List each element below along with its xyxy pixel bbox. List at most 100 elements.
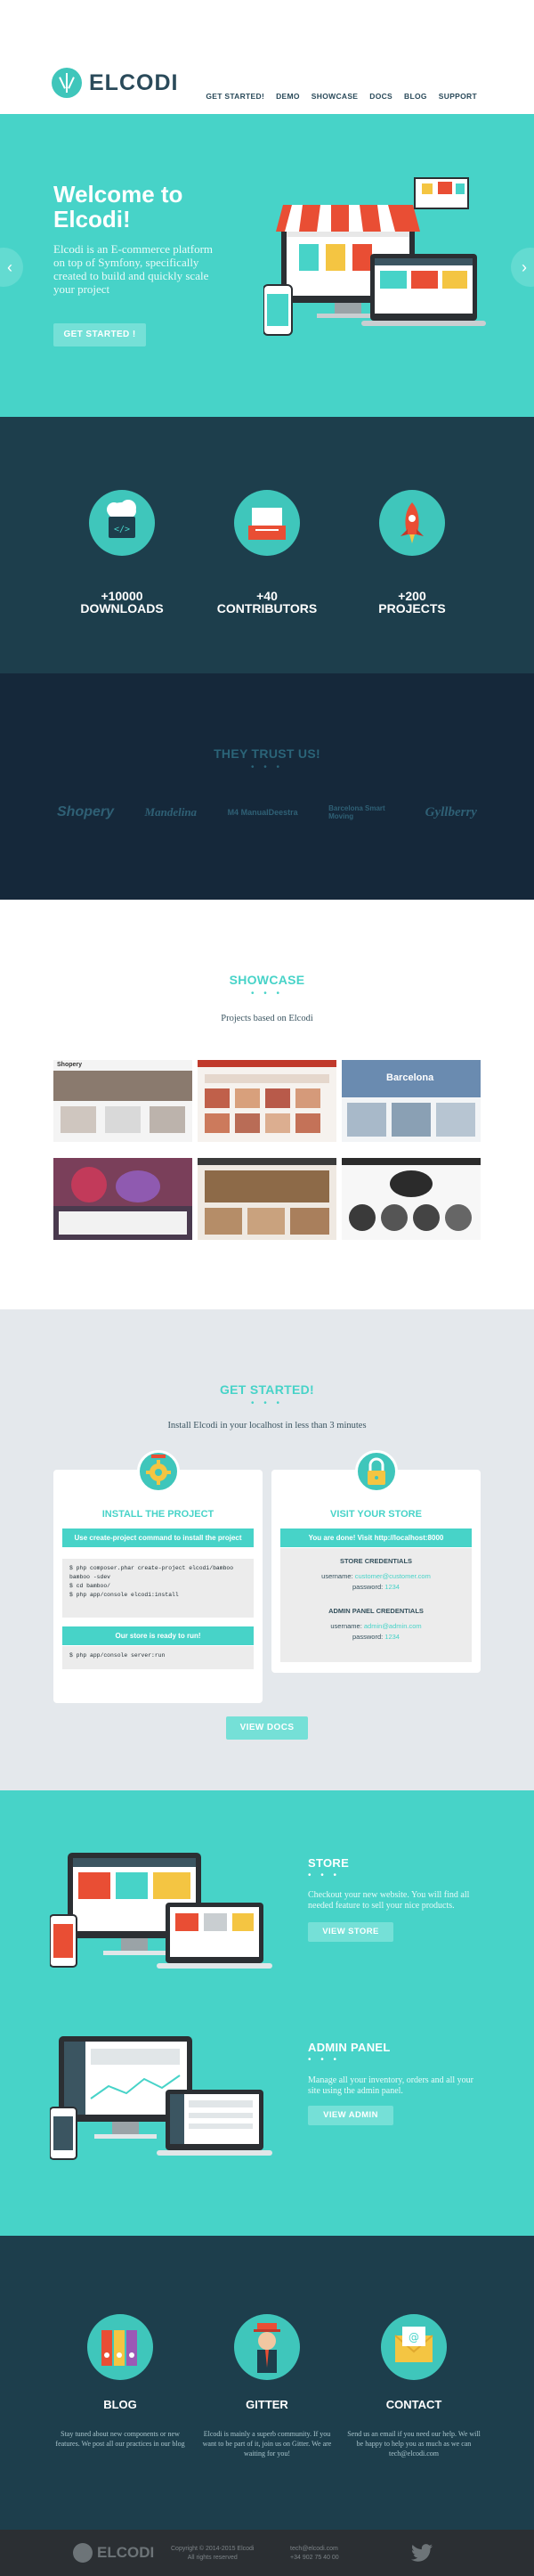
gear-icon — [137, 1450, 180, 1493]
hero-get-started-button[interactable]: GET STARTED ! — [53, 323, 146, 346]
feature-dots: • • • — [308, 2055, 341, 2065]
visit-store-link[interactable]: You are done! Visit http://localhost:800… — [280, 1528, 472, 1547]
trust-section: THEY TRUST US! • • • Shopery Mandelina M… — [0, 673, 534, 900]
nav-demo[interactable]: DEMO — [276, 92, 300, 101]
feature-title: STORE — [308, 1856, 350, 1870]
store-devices-illustration — [50, 1853, 272, 1969]
credentials-panel: STORE CREDENTIALS username: customer@cus… — [280, 1548, 472, 1662]
section-title: SHOWCASE — [229, 973, 305, 987]
admin-devices-illustration — [50, 2036, 272, 2160]
run-code-block[interactable]: $ php app/console server:run — [62, 1646, 254, 1669]
stat-label: DOWNLOADS — [80, 601, 164, 615]
section-title: GET STARTED! — [219, 1382, 314, 1397]
svg-text:@: @ — [409, 2331, 419, 2344]
store-password: password: 1234 — [352, 1583, 400, 1591]
install-code-block[interactable]: $ php composer.phar create-project elcod… — [62, 1559, 254, 1618]
visit-card: VISIT YOUR STORE You are done! Visit htt… — [271, 1450, 481, 1673]
carousel-next-button[interactable]: › — [511, 248, 534, 287]
showcase-thumb-barcelona[interactable]: Barcelona — [342, 1060, 481, 1142]
card-title: VISIT YOUR STORE — [330, 1509, 422, 1520]
footer-email[interactable]: tech@elcodi.com — [290, 2546, 338, 2552]
blog-block[interactable]: BLOG Stay tuned about new components or … — [53, 2314, 187, 2449]
envelope-icon: @ — [381, 2314, 447, 2380]
get-started-section: GET STARTED! • • • Install Elcodi in you… — [0, 1309, 534, 1790]
view-admin-button[interactable]: VIEW ADMIN — [308, 2106, 393, 2125]
showcase-thumb-4[interactable] — [53, 1158, 192, 1240]
lock-icon — [355, 1450, 398, 1493]
stats-section: </> +10000 DOWNLOADS +40 CONTRIBUTORS +200… — [0, 417, 534, 673]
section-title: THEY TRUST US! — [214, 746, 320, 761]
admin-username-value[interactable]: admin@admin.com — [364, 1622, 422, 1630]
hero-title: Welcome to Elcodi! — [53, 181, 183, 232]
brand-m4-logo[interactable]: M4 ManualDeestra — [228, 808, 298, 817]
thumb-label: Barcelona — [386, 1072, 434, 1083]
store-username-value[interactable]: customer@customer.com — [355, 1572, 431, 1580]
section-dots: • • • — [250, 762, 284, 772]
twitter-icon[interactable] — [411, 2544, 433, 2562]
hero-section: ‹ › Welcome to Elcodi! Elcodi is an E-co… — [0, 114, 534, 417]
brand-barcelona-logo[interactable]: Barcelona Smart Moving — [328, 804, 394, 820]
brand-gyllberry-logo[interactable]: Gyllberry — [425, 805, 477, 820]
section-dots: • • • — [250, 1398, 284, 1408]
feature-dots: • • • — [308, 1871, 341, 1880]
install-step-1: Use create-project command to install th… — [62, 1528, 254, 1547]
stat-contributors: +40 CONTRIBUTORS — [205, 490, 329, 615]
showcase-thumb-mandelina[interactable] — [198, 1060, 336, 1142]
section-subtitle: Projects based on Elcodi — [221, 1014, 313, 1023]
store-credentials-heading: STORE CREDENTIALS — [339, 1557, 413, 1565]
binders-icon — [87, 2314, 153, 2380]
book-icon — [234, 490, 300, 556]
contact-title: GITTER — [246, 2398, 288, 2411]
feature-text: Checkout your new website. You will find… — [308, 1890, 470, 1911]
showcase-section: SHOWCASE • • • Projects based on Elcodi … — [0, 900, 534, 1309]
section-dots: • • • — [250, 989, 284, 999]
logo-text: ELCODI — [89, 69, 179, 95]
brand-mandelina-logo[interactable]: Mandelina — [145, 805, 198, 819]
stat-downloads: </> +10000 DOWNLOADS — [60, 490, 184, 615]
contact-text: Stay tuned about new components or new f… — [55, 2430, 185, 2448]
person-icon — [234, 2314, 300, 2380]
contact-text: Send us an email if you need our help. W… — [347, 2430, 481, 2458]
view-docs-button[interactable]: VIEW DOCS — [226, 1716, 308, 1740]
store-illustration — [263, 177, 486, 336]
contact-title: BLOG — [103, 2398, 137, 2411]
stat-label: CONTRIBUTORS — [216, 601, 318, 615]
contact-block[interactable]: @ CONTACT Send us an email if you need o… — [347, 2314, 481, 2458]
brand-logos: Shopery Mandelina M4 ManualDeestra Barce… — [57, 804, 477, 820]
stat-projects: +200 PROJECTS — [350, 490, 474, 615]
showcase-thumb-5[interactable] — [198, 1158, 336, 1240]
feature-text: Manage all your inventory, orders and al… — [308, 2075, 473, 2096]
footer-contact: tech@elcodi.com +34 902 75 40 00 — [290, 2545, 339, 2563]
footer-logo[interactable]: ELCODI — [73, 2543, 154, 2563]
stat-label: PROJECTS — [378, 601, 446, 615]
copyright: Copyright © 2014-2015 Elcodi All rights r… — [171, 2546, 255, 2561]
admin-password: password: 1234 — [352, 1633, 400, 1641]
footer: ELCODI Copyright © 2014-2015 Elcodi All r… — [0, 2530, 534, 2576]
nav-get-started[interactable]: GET STARTED! — [206, 92, 264, 101]
footer-phone: +34 902 75 40 00 — [290, 2555, 339, 2561]
gitter-block[interactable]: GITTER Elcodi is mainly a superb communi… — [200, 2314, 334, 2458]
nav-blog[interactable]: BLOG — [404, 92, 427, 101]
showcase-thumb-shopery[interactable]: Shopery — [53, 1060, 192, 1142]
footer-logo-text: ELCODI — [97, 2544, 155, 2561]
section-subtitle: Install Elcodi in your localhost in less… — [167, 1421, 367, 1431]
store-username: username: customer@customer.com — [321, 1572, 431, 1580]
nav-docs[interactable]: DOCS — [369, 92, 392, 101]
carousel-prev-button[interactable]: ‹ — [0, 248, 23, 287]
cloud-code-icon: </> — [89, 490, 155, 556]
hero-text: Elcodi is an E-commerce platform on top … — [53, 242, 214, 296]
rocket-icon — [379, 490, 445, 556]
showcase-thumb-6[interactable] — [342, 1158, 481, 1240]
card-title: INSTALL THE PROJECT — [101, 1509, 214, 1520]
contact-title: CONTACT — [385, 2398, 442, 2411]
nav-support[interactable]: SUPPORT — [439, 92, 477, 101]
admin-credentials-heading: ADMIN PANEL CREDENTIALS — [328, 1607, 424, 1615]
brand-shopery-logo[interactable]: Shopery — [57, 804, 114, 820]
header: ELCODI GET STARTED! DEMO SHOWCASE DOCS B… — [0, 0, 534, 114]
logo[interactable]: ELCODI — [52, 68, 178, 98]
contact-section: BLOG Stay tuned about new components or … — [0, 2236, 534, 2530]
install-card: INSTALL THE PROJECT Use create-project c… — [53, 1450, 263, 1703]
feature-title: ADMIN PANEL — [308, 2041, 391, 2054]
view-store-button[interactable]: VIEW STORE — [308, 1922, 393, 1942]
nav-showcase[interactable]: SHOWCASE — [312, 92, 358, 101]
